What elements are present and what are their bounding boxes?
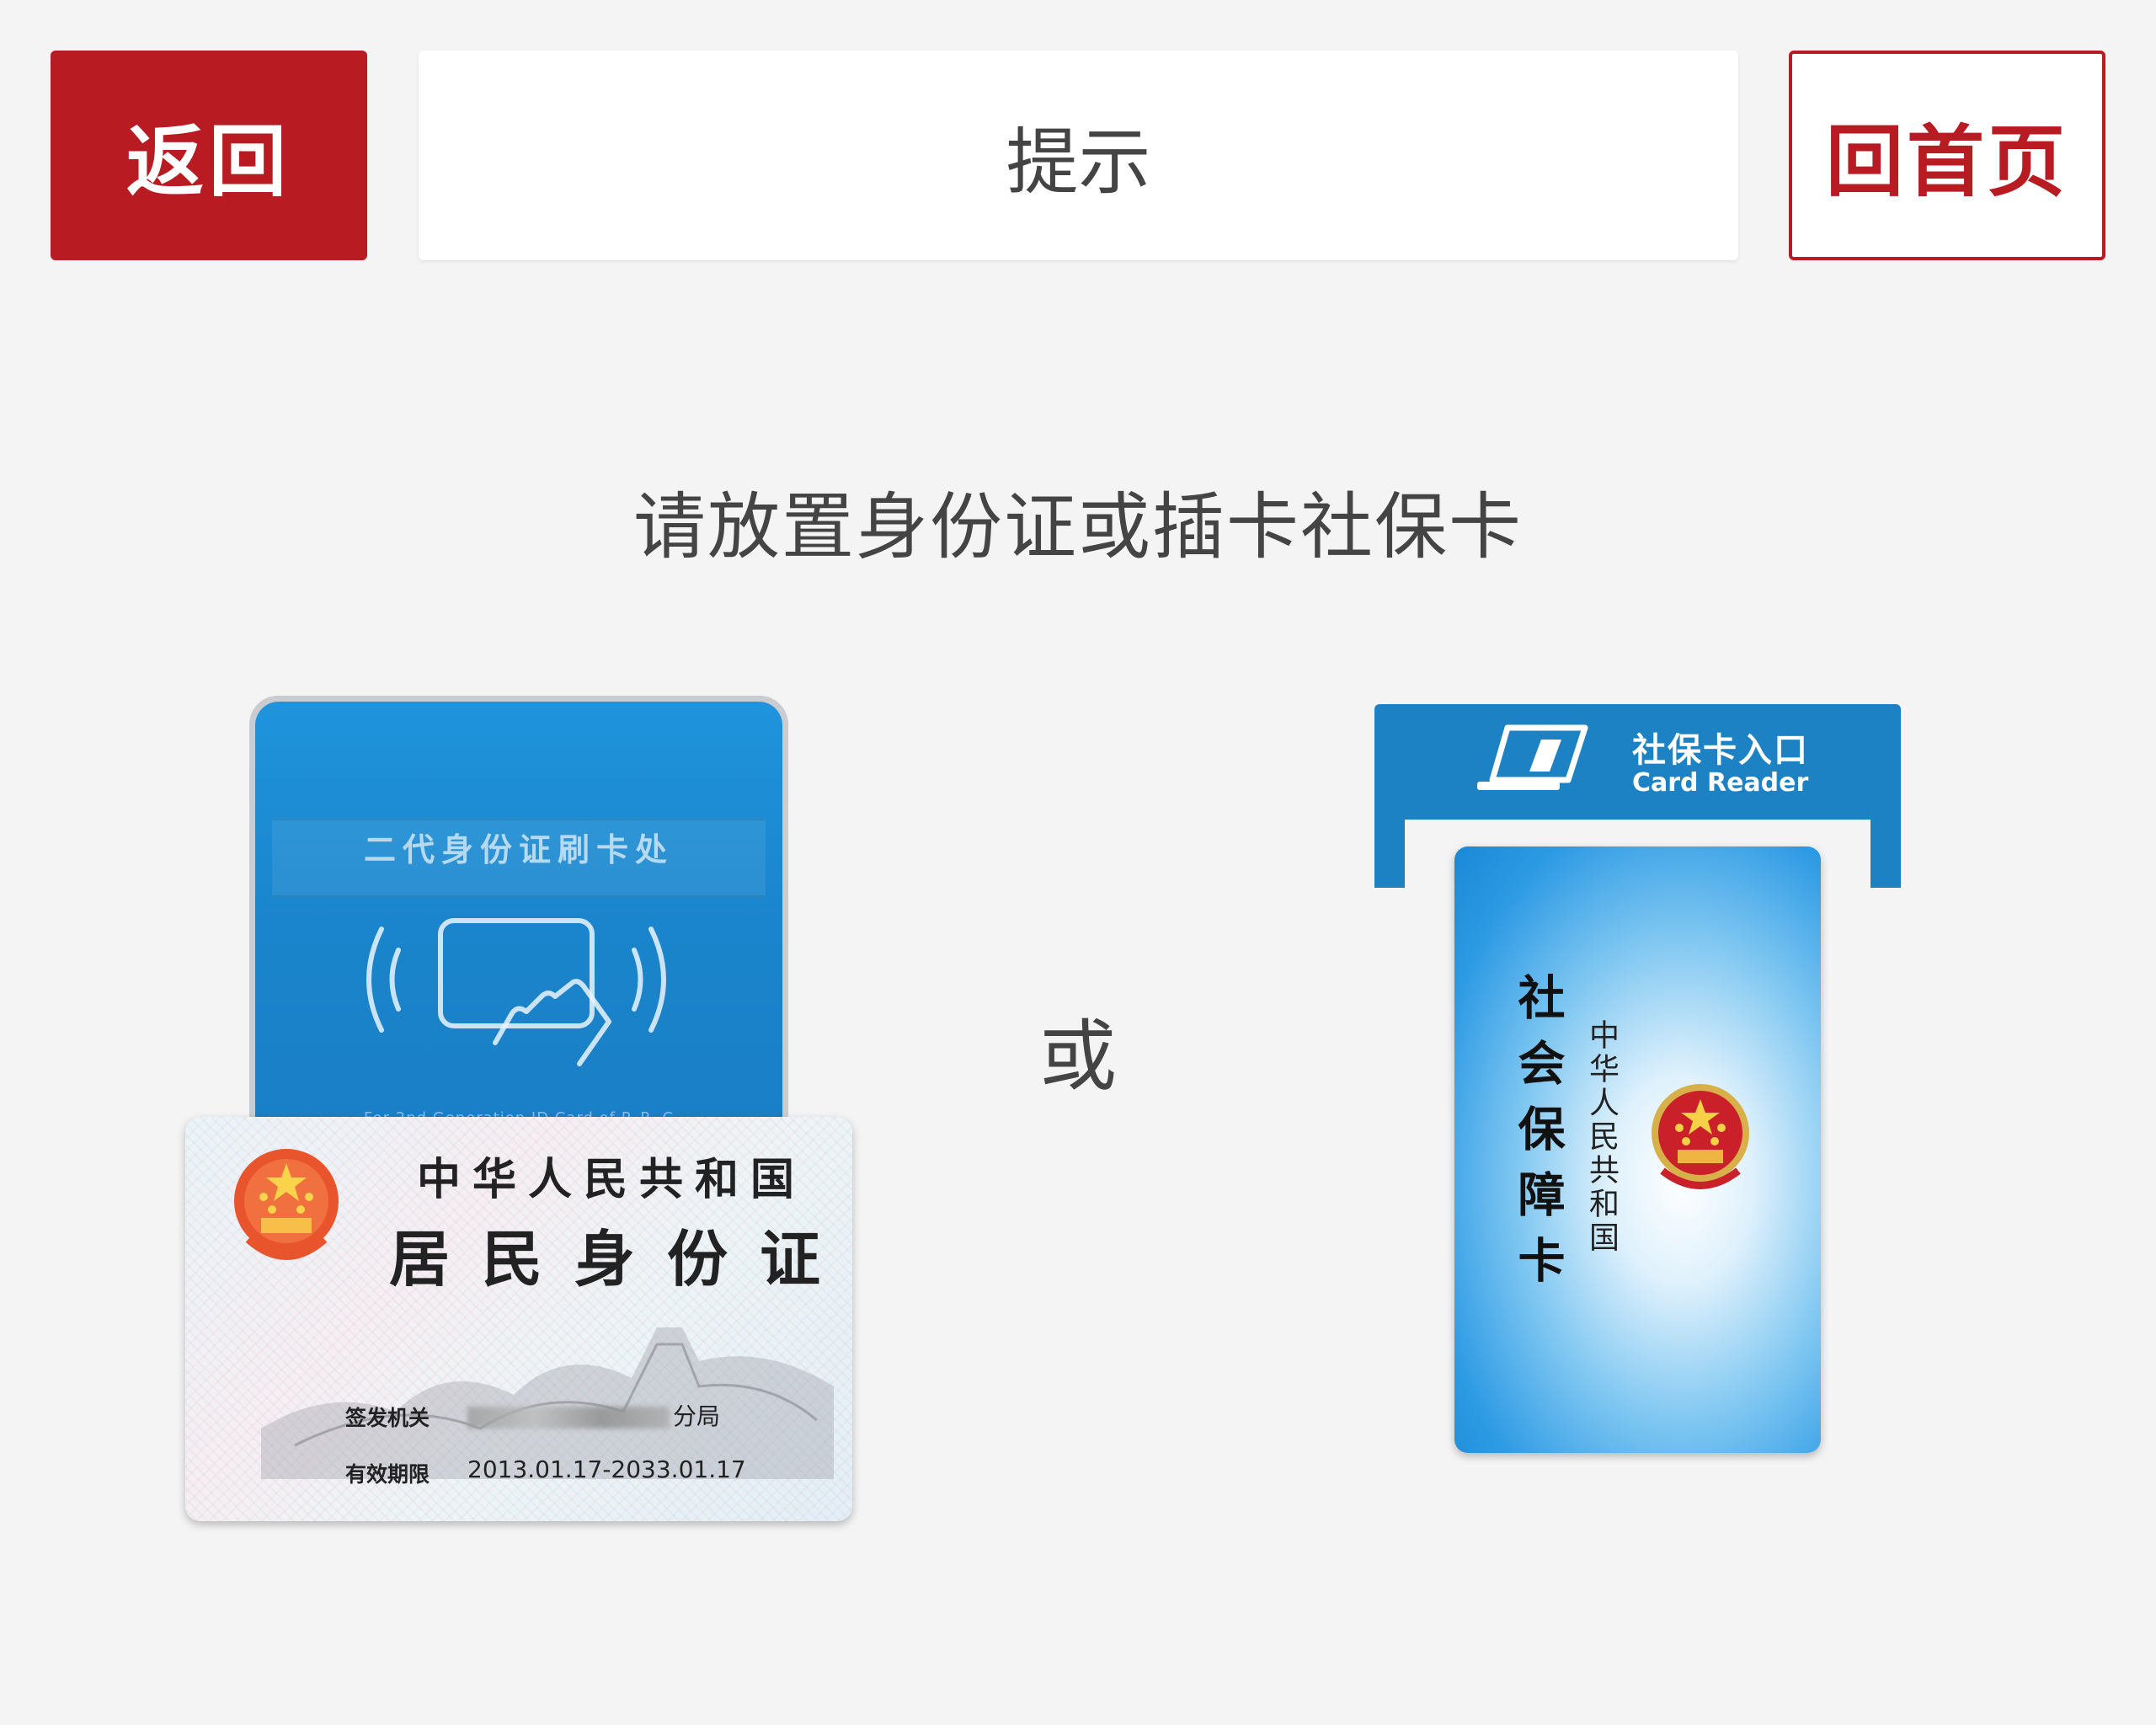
id-reader-label: 二代身份证刷卡处: [363, 831, 674, 868]
validity-value: 2013.01.17-2033.01.17: [467, 1455, 746, 1483]
id-card-reader-illustration: 二代身份证刷卡处 For 2nd Generation ID Card of P…: [249, 696, 788, 1134]
social-card-title: 社会保障卡: [1510, 973, 1566, 1301]
social-card-country: 中华人民共和国: [1584, 1019, 1619, 1255]
national-emblem-icon: [234, 1149, 339, 1260]
id-card-country: 中华人民共和国: [417, 1154, 807, 1205]
validity-label: 有效期限: [345, 1462, 430, 1487]
issuer-label: 签发机关: [345, 1406, 430, 1430]
or-separator: 或: [1038, 1012, 1117, 1102]
national-emblem-icon: [1652, 1084, 1749, 1189]
instruction-text: 请放置身份证或插卡社保卡: [633, 485, 1523, 569]
id-card-illustration: 中华人民共和国 居民身份证 签发机关 分局 有效期限 2013.01.17-20…: [185, 1117, 852, 1521]
social-security-card-illustration: 社会保障卡 中华人民共和国: [1454, 846, 1821, 1453]
issuer-value: 分局: [467, 1398, 720, 1432]
social-card-reader-subtitle: Card Reader: [1632, 768, 1809, 798]
back-button[interactable]: 返回: [51, 51, 367, 260]
great-wall-image: [261, 1327, 834, 1479]
home-button[interactable]: 回首页: [1789, 51, 2105, 260]
page-title: 提示: [419, 51, 1738, 260]
card-slot-icon: [1477, 724, 1588, 790]
nfc-tap-icon: [366, 918, 666, 1066]
id-card-title: 居民身份证: [389, 1223, 852, 1295]
social-card-reader-title: 社保卡入口: [1632, 731, 1809, 770]
